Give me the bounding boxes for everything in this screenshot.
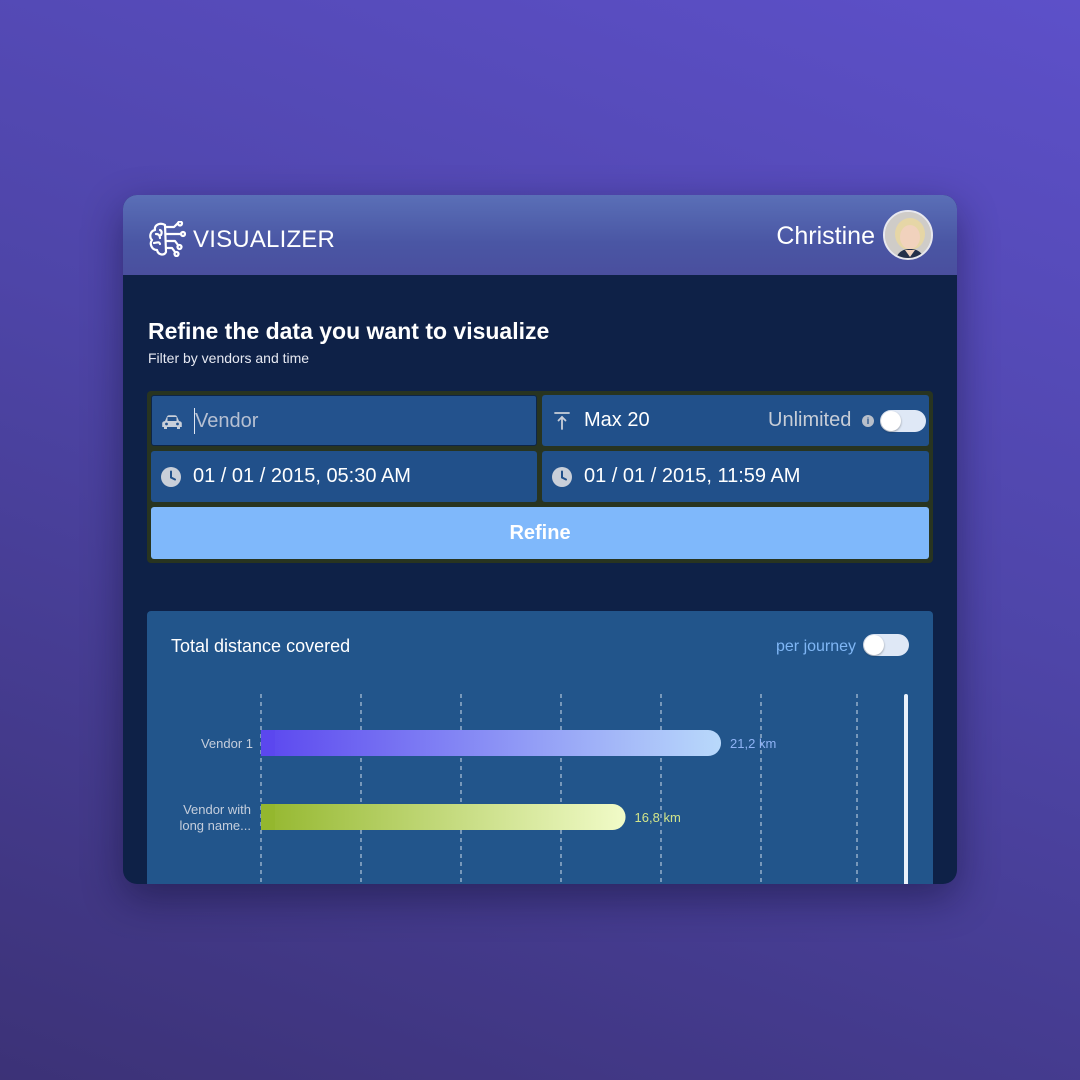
bar-vendor-1-base xyxy=(261,730,275,756)
info-icon[interactable]: i xyxy=(862,415,874,427)
end-datetime-field[interactable]: 01 / 01 / 2015, 11:59 AM xyxy=(542,451,929,502)
end-datetime-value: 01 / 01 / 2015, 11:59 AM xyxy=(584,465,801,487)
unlimited-toggle[interactable] xyxy=(880,410,926,432)
max-vendors-field[interactable]: Max 20 Unlimited i xyxy=(542,395,929,446)
visualizer-card: VISUALIZER Christine Refine the data you… xyxy=(123,195,957,884)
chart-scrollbar[interactable] xyxy=(904,694,908,884)
category-label: Vendor with long name... xyxy=(179,802,251,833)
per-journey-toggle[interactable] xyxy=(863,634,909,656)
bar-vendor-2[interactable] xyxy=(261,804,626,830)
bar-vendor-1[interactable] xyxy=(261,730,722,756)
refine-button[interactable]: Refine xyxy=(151,507,929,559)
distance-chart-card: Vendor 1 21,2 km Vendor with long name... 16… xyxy=(147,611,933,884)
unlimited-toggle-knob xyxy=(881,411,901,431)
app-header: VISUALIZER Christine xyxy=(123,195,957,275)
main-content: Refine the data you want to visualize Fi… xyxy=(123,275,957,884)
avatar-image xyxy=(885,212,931,258)
brain-circuit-icon xyxy=(149,221,186,257)
app-title: VISUALIZER xyxy=(193,226,336,253)
chart-title: Total distance covered xyxy=(171,636,351,656)
filter-panel: Max 20 Unlimited i 01 / 01 / 2015, 05:30… xyxy=(147,391,933,563)
vendor-field[interactable] xyxy=(151,395,537,446)
car-icon xyxy=(162,415,182,429)
unlimited-label: Unlimited xyxy=(768,409,852,431)
page-title: Refine the data you want to visualize xyxy=(148,318,550,344)
page-subtitle: Filter by vendors and time xyxy=(148,350,310,366)
bar-vendor-2-base xyxy=(261,804,275,830)
value-label: 16,8 km xyxy=(635,810,681,825)
clock-icon xyxy=(161,467,181,487)
category-label: Vendor 1 xyxy=(201,736,253,751)
clock-icon xyxy=(552,467,572,487)
value-label: 21,2 km xyxy=(730,736,776,751)
start-datetime-field[interactable]: 01 / 01 / 2015, 05:30 AM xyxy=(151,451,537,502)
start-datetime-value: 01 / 01 / 2015, 05:30 AM xyxy=(193,465,411,487)
per-journey-label: per journey xyxy=(776,638,857,655)
user-name[interactable]: Christine xyxy=(776,222,875,251)
vendor-input[interactable] xyxy=(194,408,524,434)
max-label: Max 20 xyxy=(584,409,650,431)
per-journey-toggle-knob xyxy=(864,635,884,655)
user-avatar[interactable] xyxy=(883,210,933,260)
arrow-up-bar-icon xyxy=(554,412,570,430)
